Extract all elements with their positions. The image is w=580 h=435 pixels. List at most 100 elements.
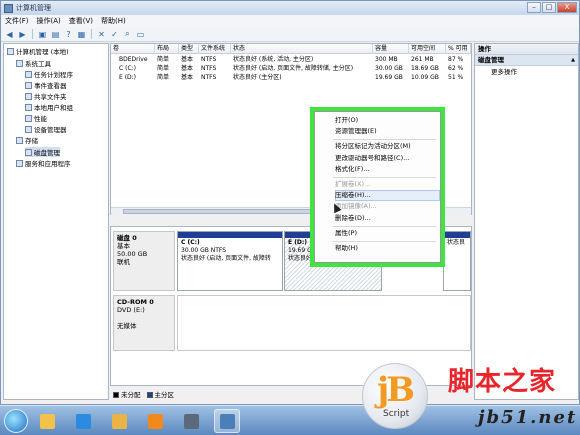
folder-icon bbox=[111, 413, 127, 429]
column-header[interactable]: 类型 bbox=[179, 44, 199, 54]
legend-item-unallocated: 未分配 bbox=[113, 389, 141, 399]
tree-node-label: 服务和应用程序 bbox=[25, 160, 71, 168]
table-cell: 10.09 GB bbox=[411, 74, 439, 81]
tree-node[interactable]: 计算机管理 (本地) bbox=[7, 46, 69, 56]
table-cell: NTFS bbox=[201, 74, 217, 81]
taskbar-button[interactable] bbox=[142, 409, 168, 433]
check-icon[interactable]: ✓ bbox=[109, 29, 120, 40]
title-bar[interactable]: 计算机管理 – □ X bbox=[1, 1, 579, 15]
column-header[interactable]: 可用空间 bbox=[409, 44, 446, 54]
context-menu-item[interactable]: 将分区标记为活动分区(M) bbox=[335, 142, 411, 151]
partition-c[interactable]: C (C:) 30.00 GB NTFS 状态良好 (启动, 页面文件, 故障转 bbox=[177, 231, 283, 291]
forward-arrow-icon[interactable]: ▶ bbox=[17, 29, 28, 40]
context-menu-item[interactable]: 打开(O) bbox=[335, 116, 358, 125]
table-row[interactable]: BDEDrive bbox=[111, 55, 155, 64]
table-row[interactable]: C (C:) bbox=[111, 64, 155, 73]
column-header[interactable]: % 可用 bbox=[446, 44, 471, 54]
toolbar-separator bbox=[32, 29, 33, 39]
table-cell: 简单 bbox=[157, 65, 170, 72]
close-button[interactable]: X bbox=[557, 2, 577, 13]
context-menu-item[interactable]: 属性(P) bbox=[335, 229, 357, 238]
minimize-button[interactable]: – bbox=[527, 2, 541, 13]
menu-separator bbox=[333, 139, 436, 141]
delete-icon[interactable]: ✕ bbox=[96, 29, 107, 40]
cdrom-0-label[interactable]: CD-ROM 0 DVD (E:) 无媒体 bbox=[113, 295, 175, 351]
menu-action[interactable]: 操作(A) bbox=[37, 16, 61, 26]
legend-swatch bbox=[146, 392, 153, 398]
more-actions-link[interactable]: 更多操作 bbox=[475, 66, 578, 78]
tree-node[interactable]: 性能 bbox=[25, 113, 47, 123]
menu-help[interactable]: 帮助(H) bbox=[101, 16, 126, 26]
table-cell: 状态良好 (系统, 活动, 主分区) bbox=[233, 56, 314, 63]
tree-node[interactable]: 任务计划程序 bbox=[25, 69, 73, 79]
disk-icon[interactable]: ▭ bbox=[135, 29, 146, 40]
tree-node[interactable]: 设备管理器 bbox=[25, 124, 67, 134]
tree-node[interactable]: 共享文件夹 bbox=[25, 91, 67, 101]
refresh-icon[interactable]: ▦ bbox=[76, 29, 87, 40]
tree-node-label: 设备管理器 bbox=[34, 126, 67, 134]
cdrom-0-name: CD-ROM 0 bbox=[117, 298, 154, 306]
table-cell: 简单 bbox=[157, 74, 170, 81]
tree-node-label: 性能 bbox=[34, 115, 47, 123]
disk-0-label[interactable]: 磁盘 0 基本 50.00 GB 联机 bbox=[113, 231, 175, 291]
scrollbar-thumb[interactable] bbox=[123, 209, 313, 214]
computer-management-window: 计算机管理 – □ X 文件(F) 操作(A) 查看(V) 帮助(H) ◀ ▶ … bbox=[0, 0, 580, 405]
column-header[interactable]: 状态 bbox=[231, 44, 373, 54]
context-menu-item[interactable]: 更改驱动器号和路径(C)... bbox=[335, 154, 409, 163]
watermark-url: jb51.net bbox=[478, 407, 578, 428]
actions-section-disk-management[interactable]: 磁盘管理 bbox=[475, 55, 578, 66]
menu-view[interactable]: 查看(V) bbox=[69, 16, 93, 26]
table-cell: 300 MB bbox=[375, 56, 398, 63]
help-icon[interactable]: ? bbox=[63, 29, 74, 40]
properties-icon[interactable]: ▤ bbox=[50, 29, 61, 40]
taskbar-button[interactable] bbox=[34, 409, 60, 433]
tree-node[interactable]: 存储 bbox=[16, 135, 38, 145]
partition-c-status: 状态良好 (启动, 页面文件, 故障转 bbox=[181, 255, 271, 262]
back-arrow-icon[interactable]: ◀ bbox=[4, 29, 15, 40]
table-cell: 状态良好 (主分区) bbox=[233, 74, 282, 81]
taskbar-button[interactable] bbox=[70, 409, 96, 433]
folder-up-icon[interactable]: ▣ bbox=[37, 29, 48, 40]
taskbar-button[interactable] bbox=[214, 409, 240, 433]
tree-node[interactable]: 系统工具 bbox=[16, 58, 51, 68]
media-player-icon bbox=[147, 413, 163, 429]
tree-node-icon bbox=[25, 103, 32, 111]
tree-node[interactable]: 磁盘管理 bbox=[25, 147, 60, 157]
tree-node[interactable]: 事件查看器 bbox=[25, 80, 67, 90]
start-button[interactable] bbox=[4, 409, 28, 433]
context-menu-item[interactable]: 删除卷(D)... bbox=[335, 214, 371, 223]
tree-node-label: 磁盘管理 bbox=[34, 149, 60, 157]
table-row[interactable]: E (D:) bbox=[111, 73, 155, 82]
partition-third[interactable]: 状态良 bbox=[443, 231, 471, 291]
column-header[interactable]: 布局 bbox=[155, 44, 179, 54]
maximize-button[interactable]: □ bbox=[542, 2, 556, 13]
tree-node-icon bbox=[25, 148, 32, 156]
tree-node[interactable]: 本地用户和组 bbox=[25, 102, 73, 112]
cdrom-0-media: 无媒体 bbox=[117, 322, 137, 330]
context-menu-item[interactable]: 压缩卷(H)... bbox=[335, 191, 371, 200]
explorer-icon bbox=[39, 413, 55, 429]
watermark-logo-subtext: Script bbox=[383, 409, 410, 419]
taskbar-button[interactable] bbox=[106, 409, 132, 433]
context-menu-item[interactable]: 帮助(H) bbox=[335, 244, 358, 253]
column-header[interactable]: 文件系统 bbox=[199, 44, 231, 54]
context-menu-body: 打开(O) 资源管理器(E) 将分区标记为活动分区(M) 更改驱动器号和路径(C)..… bbox=[314, 111, 441, 263]
taskbar-button[interactable] bbox=[178, 409, 204, 433]
disk-0-status: 联机 bbox=[117, 258, 130, 266]
menu-separator bbox=[333, 225, 436, 227]
table-cell: 基本 bbox=[181, 65, 194, 72]
tree-node-icon bbox=[25, 81, 32, 89]
column-header[interactable]: 卷 bbox=[111, 44, 155, 54]
watermark-site-name: 脚本之家 bbox=[448, 367, 557, 397]
context-menu-item: 扩展卷(X)... bbox=[335, 180, 371, 188]
window-title: 计算机管理 bbox=[16, 4, 51, 12]
context-menu-item[interactable]: 资源管理器(E) bbox=[335, 127, 377, 136]
actions-header: 操作 bbox=[475, 44, 578, 55]
tree-node[interactable]: 服务和应用程序 bbox=[16, 158, 71, 168]
menu-file[interactable]: 文件(F) bbox=[5, 16, 29, 26]
tree-node-label: 系统工具 bbox=[25, 60, 51, 68]
column-header[interactable]: 容量 bbox=[373, 44, 409, 54]
table-cell: 18.69 GB bbox=[411, 65, 439, 72]
search-icon[interactable]: ⌕ bbox=[122, 29, 133, 40]
context-menu-item[interactable]: 格式化(F)... bbox=[335, 165, 370, 174]
